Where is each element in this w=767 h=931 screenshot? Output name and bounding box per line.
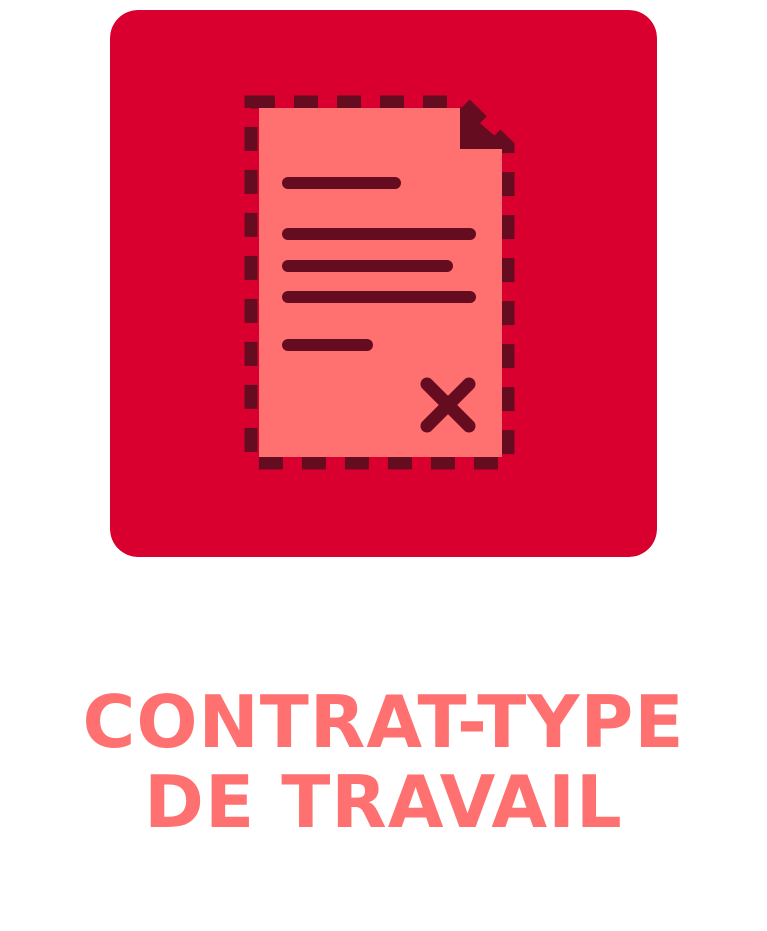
- caption-title: CONTRAT-TYPE DE TRAVAIL: [0, 682, 767, 842]
- caption-line-1: CONTRAT-TYPE: [82, 680, 685, 764]
- contract-tile: [110, 10, 657, 557]
- caption-line-2: DE TRAVAIL: [144, 760, 623, 844]
- document-paper: [259, 108, 502, 457]
- contract-document-icon: [110, 10, 657, 557]
